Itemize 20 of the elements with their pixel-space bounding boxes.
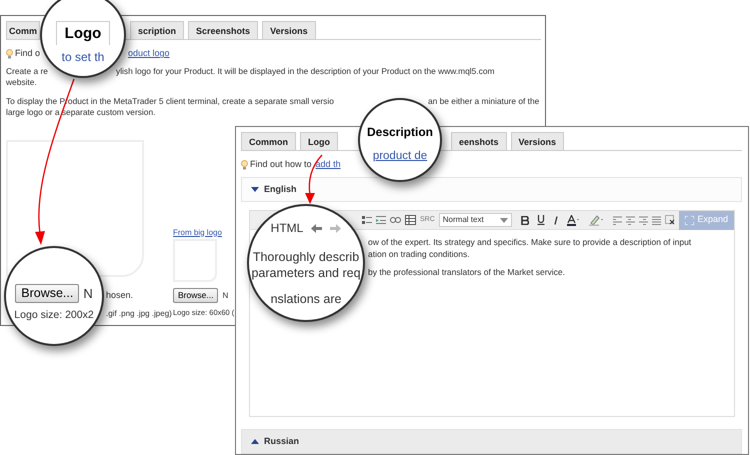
size-hint: Logo size: 200x2 [14,308,94,322]
text-line: Thoroughly describ [252,249,360,265]
section-title: Russian [264,434,300,448]
size-hint: .gif .png .jpg .jpeg) [106,308,172,320]
paragraph-text: large logo or a separate custom version. [6,107,156,118]
tip-text: Find o [15,48,40,58]
paragraph-text: website. [6,77,37,88]
text-line: nslations are [270,291,342,307]
section-title: English [264,182,297,196]
file-status: N [222,290,228,302]
tip-text: Find out how to [250,158,312,172]
paragraph-text: ylish logo for your Product. It will be displayed in the description of your Product on the www.mql5.com [116,66,494,77]
text-line: ow of the expert. Its strategy and specifics. Make sure to provide a description of input [368,237,692,247]
text-line: by the professional translators of the Market service. [368,267,566,277]
paragraph-text: an be either a miniature of the [428,96,540,107]
paragraph-text: Create a re [6,66,48,76]
text-line: parameters and req [251,265,361,281]
text-line: ation on trading conditions. [368,249,470,259]
file-status: N [83,285,93,303]
file-status: hosen. [106,289,134,302]
